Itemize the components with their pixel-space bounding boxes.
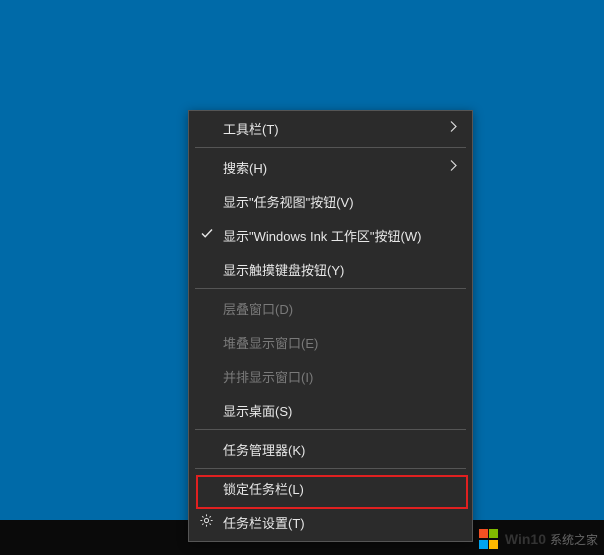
menu-item-show-taskview-button[interactable]: 显示"任务视图"按钮(V) xyxy=(189,184,472,218)
menu-item-task-manager[interactable]: 任务管理器(K) xyxy=(189,432,472,466)
menu-item-side-by-side-windows: 并排显示窗口(I) xyxy=(189,359,472,393)
menu-separator xyxy=(195,468,466,469)
watermark-brand: Win10 xyxy=(505,531,546,547)
watermark-sub: 系统之家 xyxy=(550,531,598,548)
windows-logo-icon xyxy=(479,529,499,549)
menu-item-label: 堆叠显示窗口(E) xyxy=(223,333,318,352)
menu-item-label: 任务管理器(K) xyxy=(223,440,305,459)
menu-item-show-touchkeyboard-button[interactable]: 显示触摸键盘按钮(Y) xyxy=(189,252,472,286)
gear-icon xyxy=(199,513,214,531)
taskbar-context-menu: 工具栏(T) 搜索(H) 显示"任务视图"按钮(V) 显示"Windows In… xyxy=(188,110,473,542)
menu-item-taskbar-settings[interactable]: 任务栏设置(T) xyxy=(189,505,472,539)
menu-separator xyxy=(195,429,466,430)
menu-item-cascade-windows: 层叠窗口(D) xyxy=(189,291,472,325)
menu-item-lock-taskbar[interactable]: 锁定任务栏(L) xyxy=(189,471,472,505)
menu-separator xyxy=(195,288,466,289)
menu-item-show-desktop[interactable]: 显示桌面(S) xyxy=(189,393,472,427)
menu-item-label: 并排显示窗口(I) xyxy=(223,367,313,386)
menu-item-label: 显示触摸键盘按钮(Y) xyxy=(223,260,344,279)
menu-item-search[interactable]: 搜索(H) xyxy=(189,150,472,184)
menu-item-label: 工具栏(T) xyxy=(223,119,279,138)
menu-item-label: 层叠窗口(D) xyxy=(223,299,293,318)
menu-item-label: 锁定任务栏(L) xyxy=(223,479,304,498)
menu-item-label: 显示"Windows Ink 工作区"按钮(W) xyxy=(223,226,421,245)
menu-item-stacked-windows: 堆叠显示窗口(E) xyxy=(189,325,472,359)
chevron-right-icon xyxy=(450,121,458,136)
menu-item-show-ink-workspace-button[interactable]: 显示"Windows Ink 工作区"按钮(W) xyxy=(189,218,472,252)
menu-item-label: 显示桌面(S) xyxy=(223,401,292,420)
menu-item-label: 显示"任务视图"按钮(V) xyxy=(223,192,354,211)
watermark: Win10 系统之家 xyxy=(479,529,598,549)
menu-separator xyxy=(195,147,466,148)
chevron-right-icon xyxy=(450,160,458,175)
menu-item-label: 任务栏设置(T) xyxy=(223,513,305,532)
menu-item-label: 搜索(H) xyxy=(223,158,267,177)
menu-item-toolbars[interactable]: 工具栏(T) xyxy=(189,111,472,145)
checkmark-icon xyxy=(201,228,213,243)
